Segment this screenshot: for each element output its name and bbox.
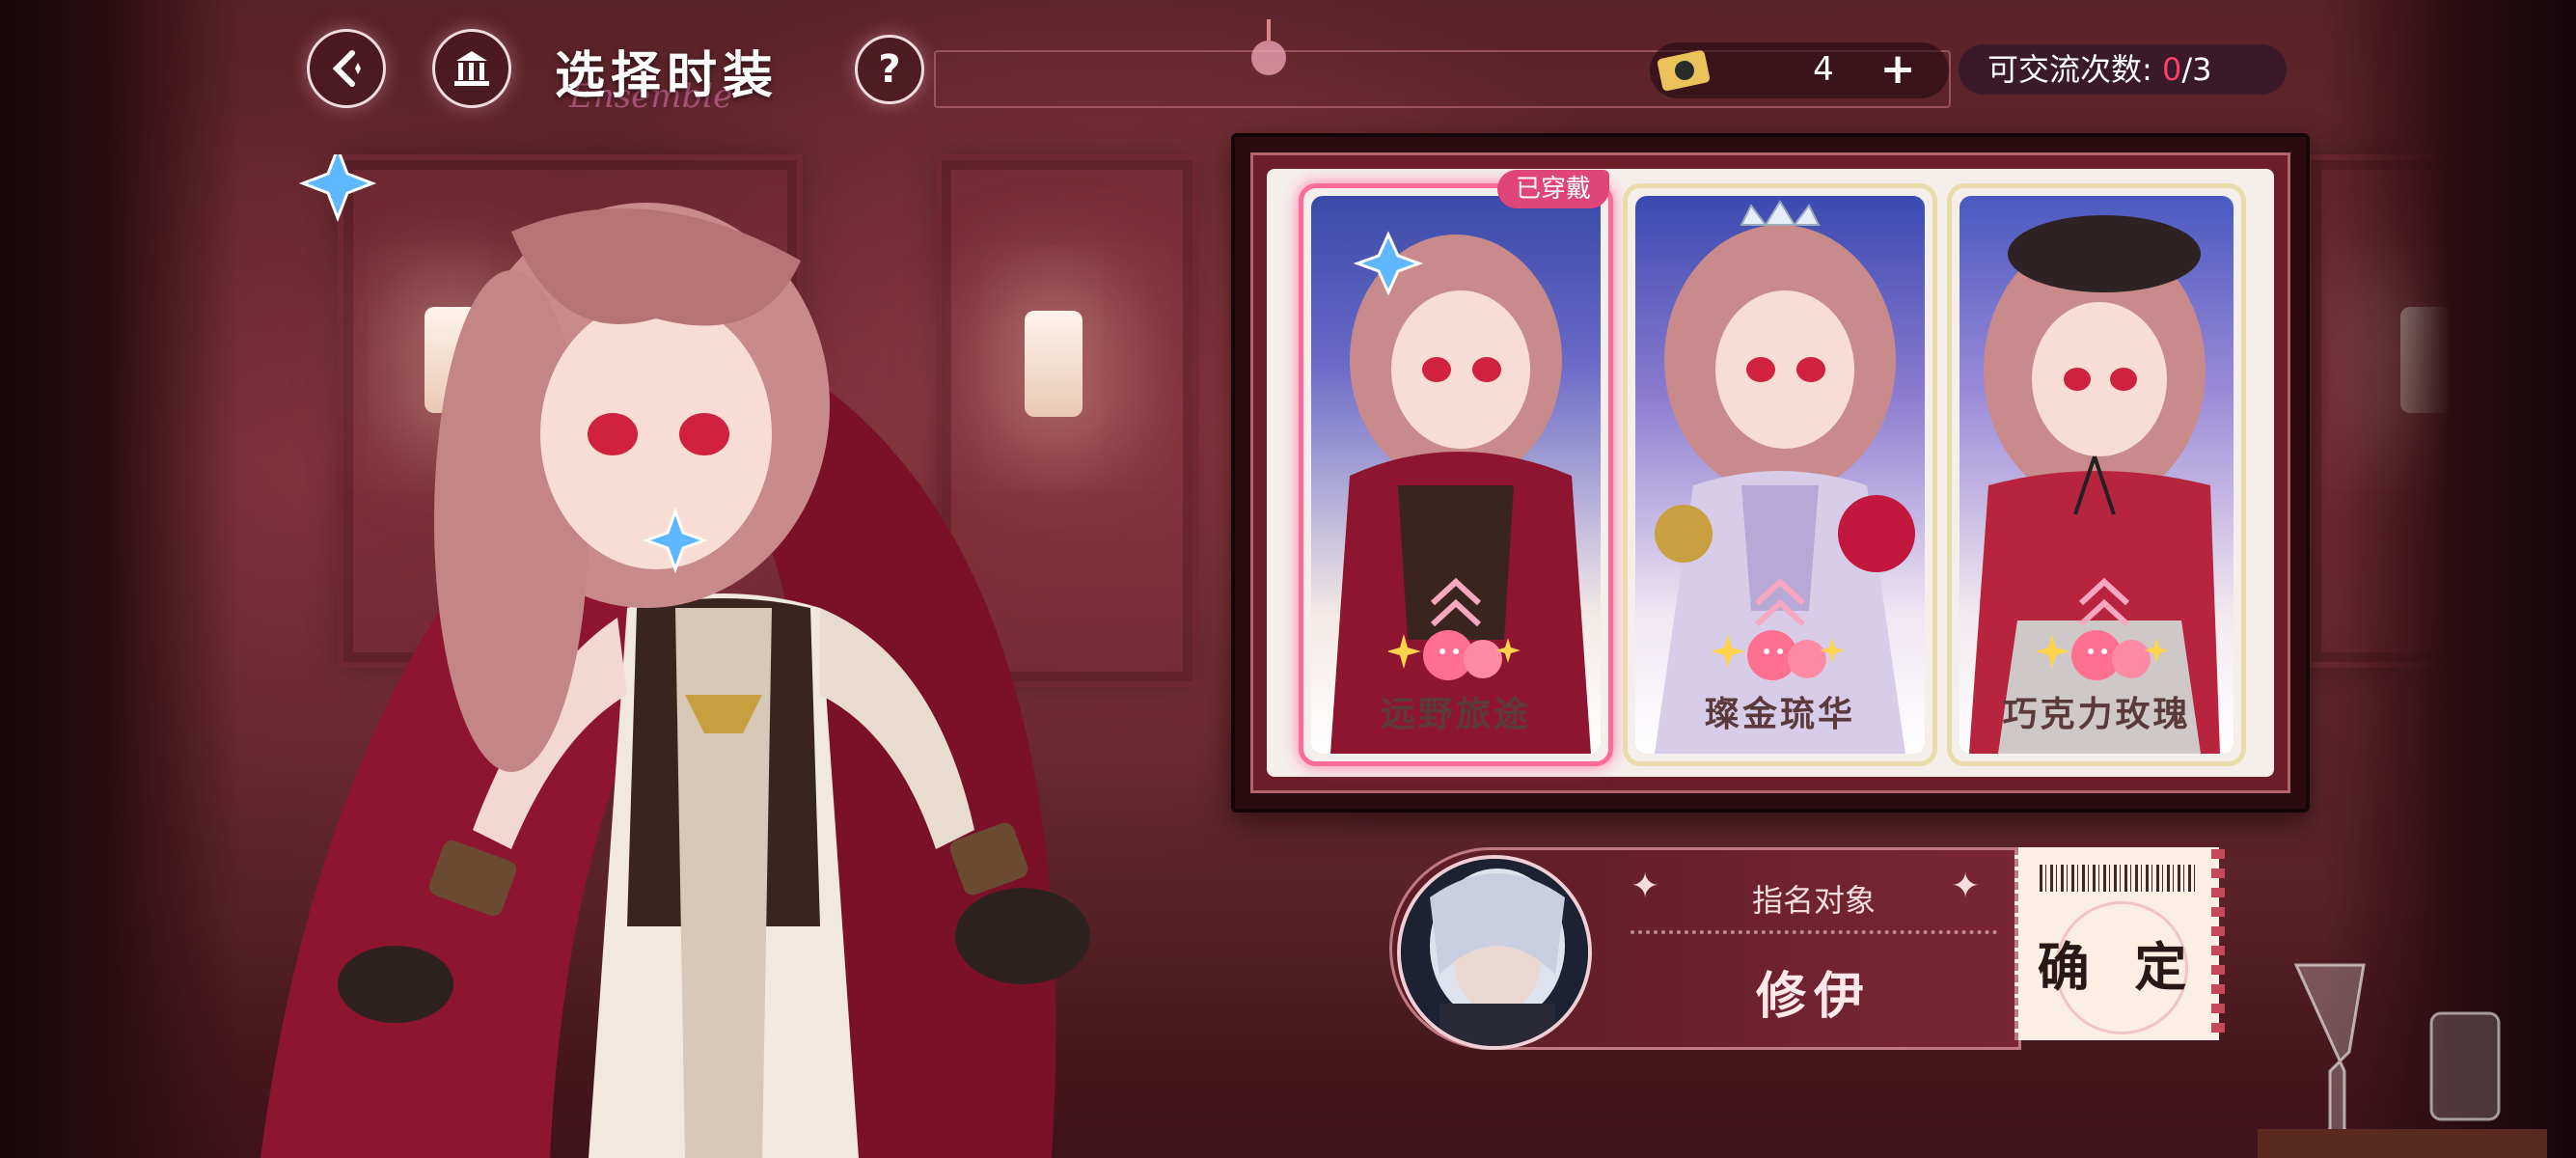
theater-icon xyxy=(454,51,489,86)
divider xyxy=(1631,930,1997,934)
help-button[interactable]: ? xyxy=(855,35,924,104)
confirm-button[interactable]: 确 定 xyxy=(2014,847,2219,1040)
nomination-label: 指名对象 xyxy=(1751,882,1876,919)
barcode-decoration xyxy=(2040,865,2198,892)
help-icon: ? xyxy=(878,47,901,92)
ticket-icon xyxy=(1657,50,1711,92)
mood-emblem-icon xyxy=(2037,630,2169,680)
back-button[interactable] xyxy=(307,29,386,108)
chandelier-icon xyxy=(1251,19,1286,75)
nominee-avatar[interactable] xyxy=(1397,855,1592,1050)
costume-name: 远野旅途 xyxy=(1380,695,1531,734)
sparkle-icon: ✦ xyxy=(1951,867,1981,906)
curtain-left xyxy=(0,0,241,1158)
mood-emblem-icon xyxy=(1713,630,1845,680)
worn-badge: 已穿戴 xyxy=(1497,170,1609,208)
glasses-decoration xyxy=(2258,963,2547,1158)
ticket-edge xyxy=(2211,849,2225,1038)
costume-card[interactable]: 璨金琉华 xyxy=(1623,183,1937,766)
page-title: 选择时装 xyxy=(555,47,780,105)
exchange-counter: 可交流次数: 0/3 xyxy=(1959,44,2287,95)
exchange-label: 可交流次数: xyxy=(1987,51,2162,88)
home-button[interactable] xyxy=(432,29,511,108)
character-portrait xyxy=(260,154,1090,1158)
back-arrow-icon xyxy=(332,50,361,87)
costume-card[interactable]: 巧克力玫瑰 xyxy=(1947,183,2246,766)
costume-name: 巧克力玫瑰 xyxy=(2002,695,2191,734)
exchange-used: 0 xyxy=(2161,51,2182,88)
mood-emblem-icon xyxy=(1388,630,1521,680)
nominee-name: 修伊 xyxy=(1755,968,1872,1026)
nominee-portrait xyxy=(1401,859,1588,1046)
costume-card[interactable]: 远野旅途 xyxy=(1299,183,1613,766)
costume-name: 璨金琉华 xyxy=(1704,695,1855,734)
confirm-label: 确 定 xyxy=(2037,937,2201,998)
currency-amount: 4 xyxy=(1813,50,1834,89)
sparkle-icon: ✦ xyxy=(1631,867,1660,906)
add-currency-button[interactable]: + xyxy=(1874,46,1922,95)
exchange-total: /3 xyxy=(2181,51,2212,88)
ticket-currency: 4 + xyxy=(1650,42,1949,98)
